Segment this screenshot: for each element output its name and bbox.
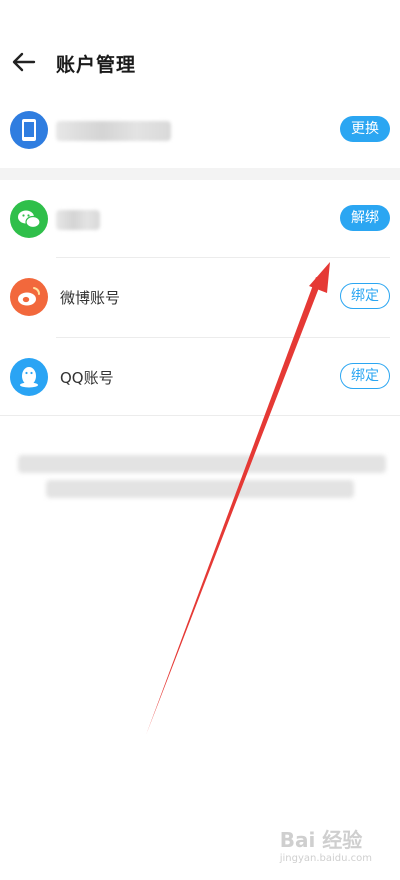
bind-weibo-button[interactable]: 绑定 — [340, 283, 390, 309]
section-gap — [0, 168, 400, 180]
section-divider — [0, 415, 400, 416]
watermark-text: Bai 经验 — [279, 828, 363, 852]
weibo-label: 微博账号 — [60, 289, 121, 307]
bind-qq-button[interactable]: 绑定 — [340, 363, 390, 389]
row-divider — [56, 257, 390, 258]
phone-number-redacted — [56, 121, 171, 141]
notice-line-redacted — [46, 480, 354, 498]
notice-line-redacted — [18, 455, 386, 473]
qq-icon — [10, 358, 48, 396]
phone-icon — [10, 111, 48, 149]
account-row-weibo: 微博账号 绑定 — [0, 259, 400, 337]
watermark-subtext: jingyan.baidu.com — [279, 853, 372, 864]
wechat-icon — [10, 200, 48, 238]
account-row-qq: QQ账号 绑定 — [0, 339, 400, 417]
qq-label: QQ账号 — [60, 369, 114, 387]
change-phone-button[interactable]: 更换 — [340, 116, 390, 142]
unbind-wechat-button[interactable]: 解绑 — [340, 205, 390, 231]
row-divider — [56, 337, 390, 338]
account-row-wechat: 解绑 — [0, 181, 400, 259]
watermark-logo: Bai 经验 jingyan.baidu.com — [280, 824, 372, 864]
back-button[interactable] — [8, 46, 40, 78]
page-title: 账户管理 — [56, 54, 137, 76]
arrow-left-icon — [12, 52, 36, 72]
weibo-icon — [10, 278, 48, 316]
wechat-name-redacted — [56, 210, 100, 230]
account-row-phone: 更换 — [0, 92, 400, 170]
